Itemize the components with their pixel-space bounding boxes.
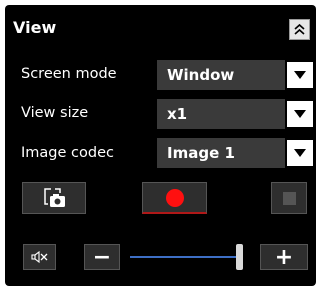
stop-icon: [282, 191, 296, 205]
volume-down-button[interactable]: −: [84, 244, 120, 270]
triangle-down-icon: [294, 149, 306, 157]
collapse-button[interactable]: [289, 19, 310, 40]
volume-up-button[interactable]: +: [260, 244, 308, 270]
volume-slider[interactable]: [130, 244, 249, 270]
view-panel: View Screen mode Window View size x1 Ima…: [5, 5, 316, 286]
triangle-down-icon: [294, 71, 306, 79]
speaker-muted-icon: [30, 250, 47, 264]
record-icon: [165, 188, 184, 207]
screen-mode-value[interactable]: Window: [157, 60, 285, 90]
view-size-select[interactable]: x1: [157, 99, 315, 129]
view-size-label: View size: [21, 105, 89, 121]
panel-title: View: [13, 18, 57, 37]
double-chevron-up-icon: [294, 23, 305, 35]
screen-mode-label: Screen mode: [21, 66, 117, 82]
record-button[interactable]: [142, 182, 207, 214]
volume-slider-fill: [130, 256, 236, 258]
image-codec-label: Image codec: [21, 145, 114, 161]
stop-button[interactable]: [271, 182, 307, 214]
volume-slider-handle[interactable]: [236, 244, 243, 270]
image-codec-value[interactable]: Image 1: [157, 138, 285, 168]
screen-mode-dropdown-button[interactable]: [287, 62, 313, 88]
mute-button[interactable]: [23, 244, 56, 270]
view-size-value[interactable]: x1: [157, 99, 285, 129]
screen-mode-select[interactable]: Window: [157, 60, 315, 90]
image-codec-select[interactable]: Image 1: [157, 138, 315, 168]
image-codec-dropdown-button[interactable]: [287, 140, 313, 166]
minus-label: −: [92, 244, 112, 270]
triangle-down-icon: [294, 110, 306, 118]
snapshot-button[interactable]: [22, 182, 86, 214]
panel-header: View: [5, 5, 316, 49]
view-size-dropdown-button[interactable]: [287, 101, 313, 127]
plus-label: +: [274, 244, 294, 270]
camera-snapshot-icon: [44, 188, 65, 207]
